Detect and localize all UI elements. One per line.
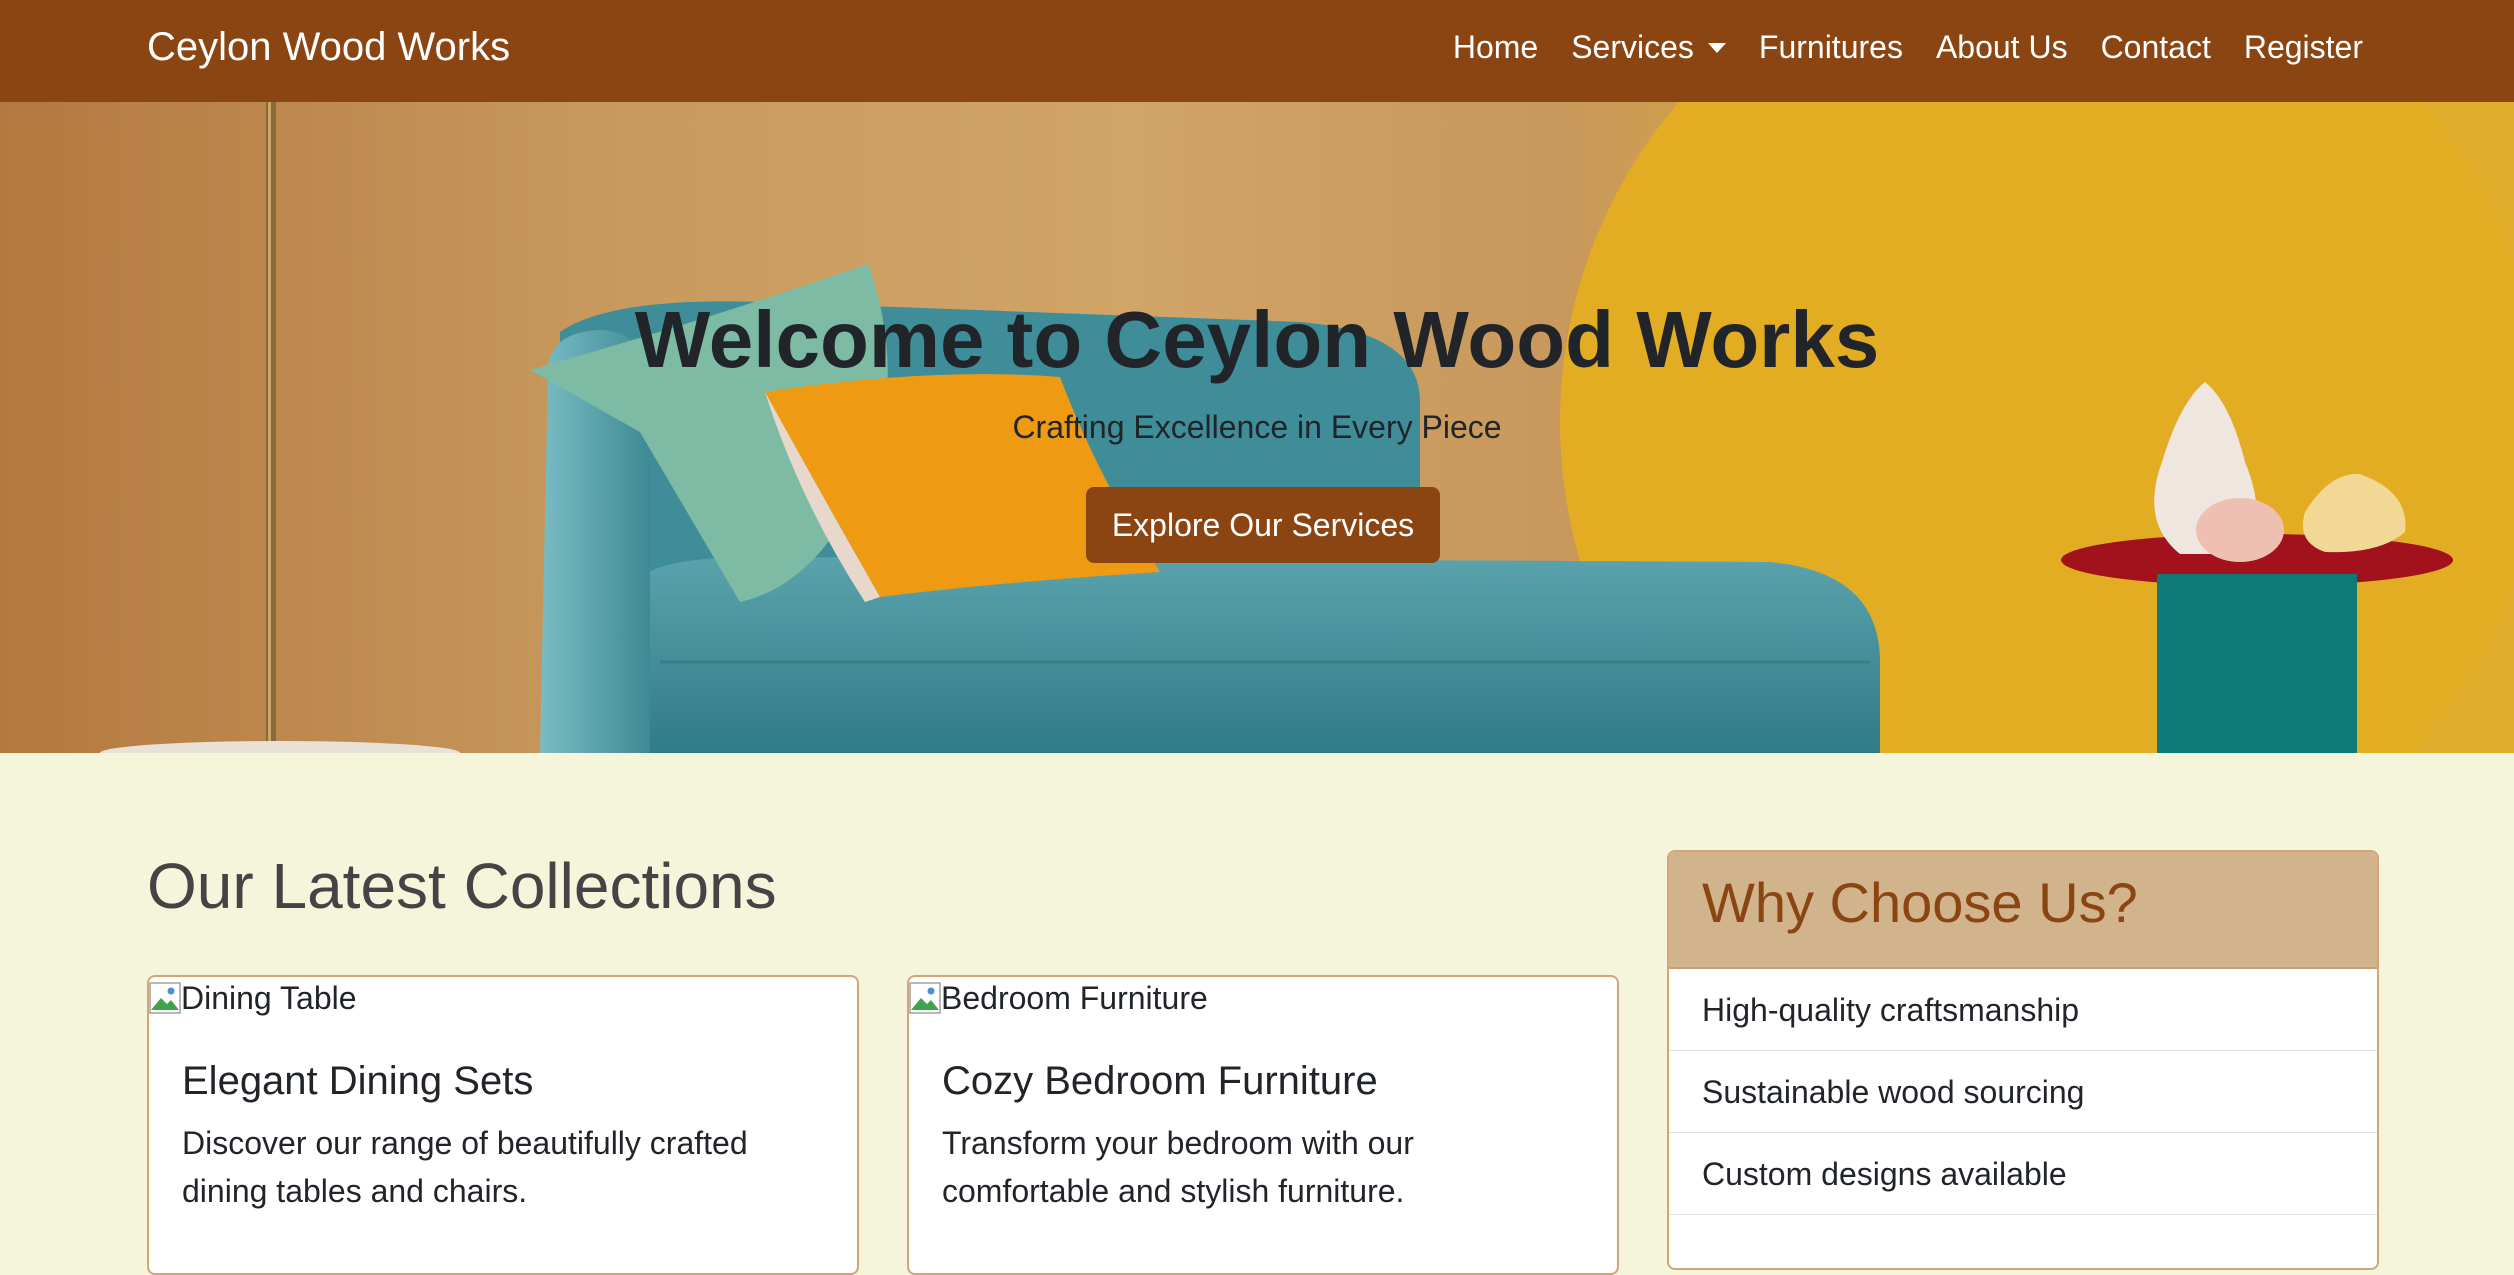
nav-item-services-dropdown[interactable]: Services <box>1571 24 1726 70</box>
nav-item-label: Services <box>1571 29 1694 65</box>
collection-card: Bedroom Furniture Cozy Bedroom Furniture… <box>907 975 1619 1275</box>
chevron-down-icon <box>1707 43 1726 53</box>
explore-services-button[interactable]: Explore Our Services <box>1086 487 1440 563</box>
broken-image-icon <box>149 982 181 1014</box>
card-text: Transform your bedroom with our comforta… <box>942 1125 1414 1209</box>
nav-item-label: Furnitures <box>1758 29 1903 65</box>
navbar: Ceylon Wood Works Home Services Furnitur… <box>0 0 2514 102</box>
collections-heading: Our Latest Collections <box>147 850 777 922</box>
card-image-alt-text: Dining Table <box>181 979 357 1016</box>
why-choose-us-list: High-quality craftsmanship Sustainable w… <box>1669 969 2377 1268</box>
card-text: Discover our range of beautifully crafte… <box>182 1125 748 1209</box>
nav-item-label: Contact <box>2100 29 2211 65</box>
nav-menu: Home Services Furnitures About Us Contac… <box>1453 24 2363 70</box>
hero-banner: Welcome to Ceylon Wood Works Crafting Ex… <box>0 102 2514 753</box>
nav-item-register[interactable]: Register <box>2244 24 2363 70</box>
list-item: Custom designs available <box>1669 1133 2377 1215</box>
why-choose-us-title: Why Choose Us? <box>1669 852 2377 969</box>
list-item: High-quality craftsmanship <box>1669 969 2377 1051</box>
nav-item-label: About Us <box>1935 29 2068 65</box>
card-image-alt-text: Bedroom Furniture <box>941 979 1208 1016</box>
nav-item-home[interactable]: Home <box>1453 24 1538 70</box>
list-item: Sustainable wood sourcing <box>1669 1051 2377 1133</box>
card-image: Dining Table <box>149 977 357 1019</box>
nav-item-contact[interactable]: Contact <box>2101 24 2211 70</box>
card-title: Elegant Dining Sets <box>182 1059 534 1103</box>
nav-item-label: Register <box>2243 29 2363 65</box>
card-title: Cozy Bedroom Furniture <box>942 1059 1378 1103</box>
why-choose-us-panel: Why Choose Us? High-quality craftsmanshi… <box>1667 850 2379 1270</box>
collection-card: Dining Table Elegant Dining Sets Discove… <box>147 975 859 1275</box>
broken-image-icon <box>909 982 941 1014</box>
nav-item-label: Home <box>1452 29 1539 65</box>
nav-item-furnitures[interactable]: Furnitures <box>1759 24 1903 70</box>
brand-link[interactable]: Ceylon Wood Works <box>147 24 510 70</box>
hero-subtitle: Crafting Excellence in Every Piece <box>1012 409 1502 445</box>
nav-item-about-us[interactable]: About Us <box>1936 24 2068 70</box>
card-image: Bedroom Furniture <box>909 977 1208 1019</box>
hero-title: Welcome to Ceylon Wood Works <box>634 295 1880 384</box>
